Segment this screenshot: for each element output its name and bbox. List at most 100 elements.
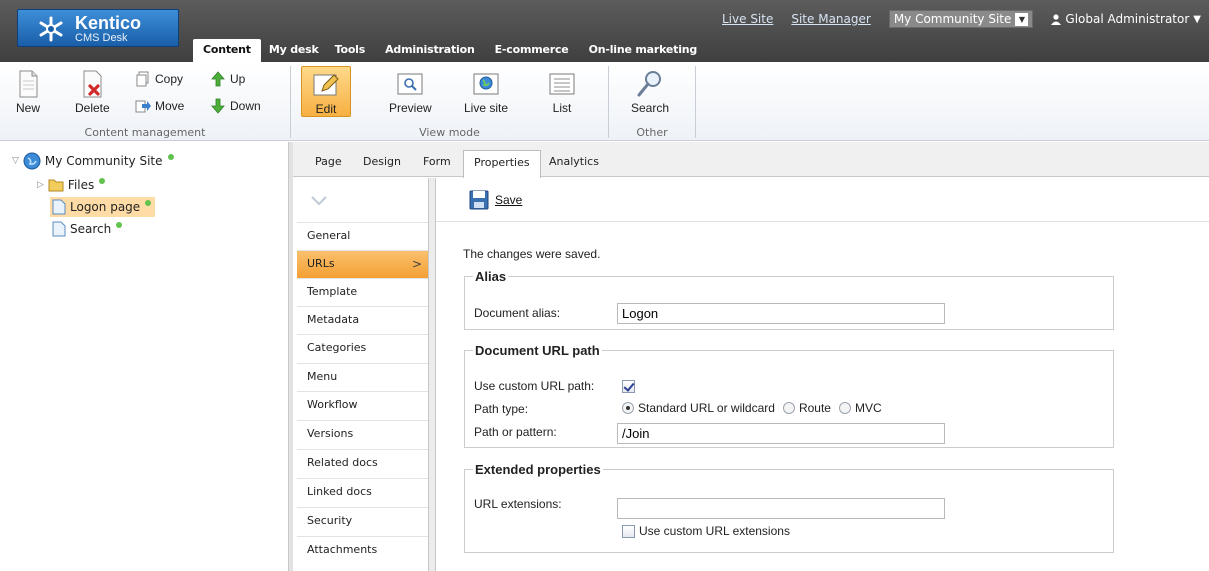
other-title: Other	[636, 126, 668, 139]
menu-item-urls[interactable]: URLs >	[297, 250, 428, 278]
menu-item-security[interactable]: Security	[297, 507, 428, 535]
menu-item-template[interactable]: Template	[297, 278, 428, 306]
use-custom-url-path-checkbox[interactable]	[622, 380, 635, 393]
document-url-path-legend: Document URL path	[475, 343, 600, 358]
chevron-right-icon: >	[411, 257, 422, 271]
preview-button[interactable]: Preview	[389, 68, 432, 115]
menu-item-label: Security	[307, 514, 353, 527]
kentico-logo[interactable]: Kentico CMS Desk	[17, 9, 179, 47]
move-label: Move	[155, 99, 185, 113]
top-links: Live Site Site Manager My Community Site…	[722, 9, 1201, 29]
menu-item-label: Workflow	[307, 398, 358, 411]
use-custom-url-extensions-checkbox[interactable]	[622, 524, 635, 538]
live-site-button[interactable]: Live site	[464, 68, 508, 115]
tree-node-label: Search	[70, 222, 112, 236]
tree-root-label: My Community Site	[44, 154, 163, 168]
menu-item-versions[interactable]: Versions	[297, 420, 428, 448]
menu-item-metadata[interactable]: Metadata	[297, 306, 428, 334]
tree-node-logon-page[interactable]: Logon page	[50, 197, 156, 217]
tab-content[interactable]: Content	[193, 39, 261, 62]
tree-node-label: Logon page	[70, 200, 141, 214]
use-custom-url-extensions-row: Use custom URL extensions	[622, 524, 790, 538]
move-icon	[135, 100, 151, 113]
user-menu-arrow-icon: ▼	[1193, 13, 1201, 25]
down-label: Down	[230, 99, 261, 113]
menu-item-attachments[interactable]: Attachments	[297, 536, 428, 564]
tree-node-search[interactable]: Search	[52, 219, 123, 239]
path-type-mvc-label[interactable]: MVC	[855, 401, 882, 415]
kentico-flake-icon	[39, 16, 63, 42]
path-type-radio-group: Standard URL or wildcard Route MVC	[622, 401, 882, 415]
menu-item-general[interactable]: General	[297, 222, 428, 250]
up-button[interactable]: Up	[210, 71, 245, 87]
document-alias-input[interactable]	[617, 303, 945, 324]
delete-button[interactable]: Delete	[75, 68, 110, 115]
tab-properties[interactable]: Properties	[463, 150, 541, 178]
tree-splitter[interactable]	[288, 142, 293, 571]
url-extensions-input[interactable]	[617, 498, 945, 519]
product-name: CMS Desk	[75, 32, 128, 44]
published-status-dot	[167, 154, 174, 160]
user-menu[interactable]: Global Administrator ▼	[1051, 12, 1201, 26]
save-label: Save	[495, 193, 523, 207]
top-header: Kentico CMS Desk Live Site Site Manager …	[0, 0, 1209, 62]
tab-online-marketing[interactable]: On-line marketing	[579, 39, 708, 62]
published-status-dot	[116, 222, 123, 228]
new-button[interactable]: New	[12, 68, 44, 115]
tab-form[interactable]: Form	[413, 150, 461, 177]
alias-section: Alias Document alias:	[464, 269, 1114, 330]
path-type-standard-label[interactable]: Standard URL or wildcard	[638, 401, 775, 415]
site-manager-link[interactable]: Site Manager	[791, 12, 870, 26]
copy-button[interactable]: Copy	[135, 71, 183, 87]
published-status-dot	[99, 178, 106, 184]
tab-page[interactable]: Page	[305, 150, 352, 177]
menu-item-related-docs[interactable]: Related docs	[297, 449, 428, 477]
path-type-route-label[interactable]: Route	[799, 401, 831, 415]
tab-my-desk[interactable]: My desk	[261, 39, 325, 62]
live-site-link[interactable]: Live Site	[722, 12, 773, 26]
page-icon	[52, 221, 66, 237]
menu-item-workflow[interactable]: Workflow	[297, 391, 428, 419]
path-or-pattern-input[interactable]	[617, 423, 945, 444]
edit-button[interactable]: Edit	[301, 66, 351, 117]
menu-splitter[interactable]	[429, 178, 436, 571]
tree-root-node[interactable]: ▽ My Community Site	[12, 151, 174, 171]
list-button[interactable]: List	[546, 68, 578, 115]
collapse-menu-icon[interactable]	[311, 196, 327, 206]
view-mode-group: Edit Preview Live site List View mode	[291, 62, 608, 141]
extended-properties-legend: Extended properties	[475, 462, 601, 477]
url-properties-pane: Save The changes were saved. Alias Docum…	[436, 178, 1209, 571]
menu-item-linked-docs[interactable]: Linked docs	[297, 478, 428, 506]
down-button[interactable]: Down	[210, 98, 261, 114]
menu-item-categories[interactable]: Categories	[297, 334, 428, 362]
content-management-title: Content management	[84, 126, 206, 139]
path-type-standard-radio[interactable]	[622, 402, 634, 414]
tab-e-commerce[interactable]: E-commerce	[485, 39, 579, 62]
view-mode-title: View mode	[419, 126, 480, 139]
path-type-mvc-radio[interactable]	[838, 402, 851, 414]
menu-item-label: Menu	[307, 370, 338, 383]
menu-item-label: Metadata	[307, 313, 360, 326]
tree-node-files[interactable]: ▷ Files	[37, 175, 106, 195]
floppy-disk-icon	[469, 190, 489, 210]
tab-design[interactable]: Design	[353, 150, 411, 177]
chevron-down-icon: ▼	[1015, 12, 1029, 26]
tab-tools[interactable]: Tools	[325, 39, 375, 62]
use-custom-url-extensions-label[interactable]: Use custom URL extensions	[639, 524, 790, 538]
published-status-dot	[145, 200, 152, 206]
move-button[interactable]: Move	[135, 98, 184, 114]
path-type-route-radio[interactable]	[782, 402, 795, 414]
menu-item-menu[interactable]: Menu	[297, 363, 428, 391]
tree-node-label: Files	[67, 178, 95, 192]
tab-administration[interactable]: Administration	[375, 39, 485, 62]
site-selector[interactable]: My Community Site ▼	[888, 10, 1034, 28]
collapse-arrow-icon[interactable]: ▽	[12, 156, 19, 166]
brand-name: Kentico	[75, 13, 142, 33]
copy-icon	[136, 71, 149, 87]
search-button[interactable]: Search	[631, 68, 669, 115]
save-button[interactable]: Save	[469, 190, 522, 210]
expand-arrow-icon[interactable]: ▷	[37, 180, 44, 190]
new-label: New	[15, 101, 40, 115]
menu-item-label: Versions	[307, 427, 354, 440]
tab-analytics[interactable]: Analytics	[539, 150, 609, 177]
